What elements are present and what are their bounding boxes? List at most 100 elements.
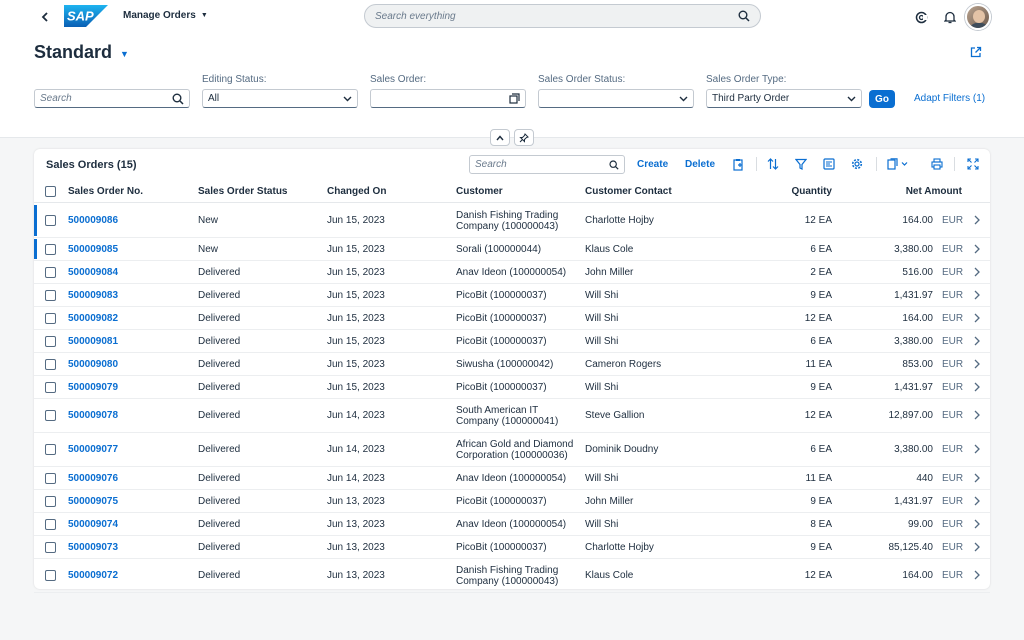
global-search[interactable] — [364, 4, 761, 28]
export-menu-icon[interactable] — [886, 157, 912, 171]
row-checkbox[interactable] — [45, 382, 56, 393]
row-checkbox[interactable] — [45, 570, 56, 581]
row-navigation-icon[interactable] — [974, 519, 980, 529]
table-row[interactable]: 500009074 Delivered Jun 13, 2023 Anav Ideon… — [34, 513, 990, 536]
table-search[interactable] — [469, 155, 625, 174]
table-row[interactable]: 500009079 Delivered Jun 15, 2023 PicoBit (1… — [34, 376, 990, 399]
settings-gear-icon[interactable] — [850, 157, 864, 171]
table-row[interactable]: 500009086 New Jun 15, 2023 Danish Fishing T… — [34, 204, 990, 238]
select-all-checkbox[interactable] — [45, 186, 56, 197]
adapt-filters-link[interactable]: Adapt Filters (1) — [914, 93, 985, 104]
share-icon[interactable] — [970, 46, 986, 62]
sales-order-link[interactable]: 500009073 — [68, 542, 118, 553]
value-help-icon[interactable] — [509, 93, 520, 104]
pin-header-button[interactable] — [514, 129, 534, 146]
row-navigation-icon[interactable] — [974, 215, 980, 225]
variant-selector[interactable]: Standard ▼ — [34, 42, 129, 63]
sales-order-link[interactable]: 500009072 — [68, 570, 118, 581]
sales-order-link[interactable]: 500009082 — [68, 313, 118, 324]
sort-icon[interactable] — [766, 157, 780, 171]
row-navigation-icon[interactable] — [974, 410, 980, 420]
row-navigation-icon[interactable] — [974, 473, 980, 483]
table-row[interactable]: 500009076 Delivered Jun 14, 2023 Anav Ideon… — [34, 467, 990, 490]
global-search-input[interactable] — [375, 10, 738, 22]
sales-order-type-select[interactable]: Third Party Order — [706, 89, 862, 108]
row-navigation-icon[interactable] — [974, 313, 980, 323]
column-header-contact[interactable]: Customer Contact — [585, 186, 672, 197]
table-search-input[interactable] — [475, 159, 609, 170]
copilot-icon[interactable] — [913, 9, 929, 25]
row-checkbox[interactable] — [45, 290, 56, 301]
row-navigation-icon[interactable] — [974, 359, 980, 369]
row-navigation-icon[interactable] — [974, 290, 980, 300]
sales-order-link[interactable]: 500009086 — [68, 215, 118, 226]
row-navigation-icon[interactable] — [974, 244, 980, 254]
table-row[interactable]: 500009084 Delivered Jun 15, 2023 Anav Ideon… — [34, 261, 990, 284]
table-row[interactable]: 500009078 Delivered Jun 14, 2023 South Amer… — [34, 399, 990, 433]
sales-order-link[interactable]: 500009084 — [68, 267, 118, 278]
user-avatar[interactable] — [965, 4, 991, 30]
group-icon[interactable] — [822, 157, 836, 171]
collapse-header-button[interactable] — [490, 129, 510, 146]
row-checkbox[interactable] — [45, 473, 56, 484]
table-row[interactable]: 500009081 Delivered Jun 15, 2023 PicoBit (1… — [34, 330, 990, 353]
sales-order-link[interactable]: 500009078 — [68, 410, 118, 421]
print-icon[interactable] — [930, 157, 944, 171]
sales-order-link[interactable]: 500009077 — [68, 444, 118, 455]
table-row[interactable]: 500009073 Delivered Jun 13, 2023 PicoBit (1… — [34, 536, 990, 559]
row-navigation-icon[interactable] — [974, 267, 980, 277]
filter-icon[interactable] — [794, 157, 808, 171]
sales-order-link[interactable]: 500009074 — [68, 519, 118, 530]
delete-button[interactable]: Delete — [685, 159, 715, 170]
go-button[interactable]: Go — [869, 90, 895, 108]
row-checkbox[interactable] — [45, 336, 56, 347]
table-row[interactable]: 500009075 Delivered Jun 13, 2023 PicoBit (1… — [34, 490, 990, 513]
row-navigation-icon[interactable] — [974, 444, 980, 454]
row-checkbox[interactable] — [45, 244, 56, 255]
row-checkbox[interactable] — [45, 542, 56, 553]
row-navigation-icon[interactable] — [974, 336, 980, 346]
table-row[interactable]: 500009083 Delivered Jun 15, 2023 PicoBit (1… — [34, 284, 990, 307]
row-checkbox[interactable] — [45, 215, 56, 226]
table-row[interactable]: 500009077 Delivered Jun 14, 2023 African Go… — [34, 433, 990, 467]
row-checkbox[interactable] — [45, 444, 56, 455]
column-header-status[interactable]: Sales Order Status — [198, 186, 287, 197]
sales-order-link[interactable]: 500009081 — [68, 336, 118, 347]
sales-order-link[interactable]: 500009079 — [68, 382, 118, 393]
column-header-net-amount[interactable]: Net Amount — [906, 186, 962, 197]
sales-order-link[interactable]: 500009085 — [68, 244, 118, 255]
row-navigation-icon[interactable] — [974, 496, 980, 506]
row-navigation-icon[interactable] — [974, 570, 980, 580]
create-button[interactable]: Create — [637, 159, 668, 170]
sales-order-link[interactable]: 500009075 — [68, 496, 118, 507]
row-checkbox[interactable] — [45, 496, 56, 507]
row-checkbox[interactable] — [45, 313, 56, 324]
sap-logo[interactable]: SAP — [64, 5, 108, 27]
row-checkbox[interactable] — [45, 267, 56, 278]
sales-order-link[interactable]: 500009080 — [68, 359, 118, 370]
sales-order-link[interactable]: 500009076 — [68, 473, 118, 484]
column-header-customer[interactable]: Customer — [456, 186, 503, 197]
search-icon[interactable] — [738, 10, 750, 22]
app-title-menu[interactable]: Manage Orders ▼ — [123, 10, 208, 21]
back-arrow-icon[interactable] — [37, 9, 53, 25]
row-navigation-icon[interactable] — [974, 382, 980, 392]
sales-order-input[interactable] — [370, 89, 526, 108]
row-checkbox[interactable] — [45, 359, 56, 370]
table-row[interactable]: 500009072 Delivered Jun 13, 2023 Danish Fis… — [34, 559, 990, 593]
sales-order-link[interactable]: 500009083 — [68, 290, 118, 301]
row-navigation-icon[interactable] — [974, 542, 980, 552]
row-checkbox[interactable] — [45, 519, 56, 530]
editing-status-select[interactable]: All — [202, 89, 358, 108]
column-header-quantity[interactable]: Quantity — [791, 186, 832, 197]
table-row[interactable]: 500009080 Delivered Jun 15, 2023 Siwusha (1… — [34, 353, 990, 376]
filter-search[interactable]: Search — [34, 89, 190, 108]
column-header-sales-order[interactable]: Sales Order No. — [68, 186, 143, 197]
paste-icon[interactable] — [731, 157, 745, 171]
table-row[interactable]: 500009082 Delivered Jun 15, 2023 PicoBit (1… — [34, 307, 990, 330]
sales-order-status-select[interactable] — [538, 89, 694, 108]
fullscreen-icon[interactable] — [966, 157, 980, 171]
bell-icon[interactable] — [942, 9, 958, 25]
table-row[interactable]: 500009085 New Jun 15, 2023 Sorali (10000004… — [34, 238, 990, 261]
column-header-changed-on[interactable]: Changed On — [327, 186, 386, 197]
